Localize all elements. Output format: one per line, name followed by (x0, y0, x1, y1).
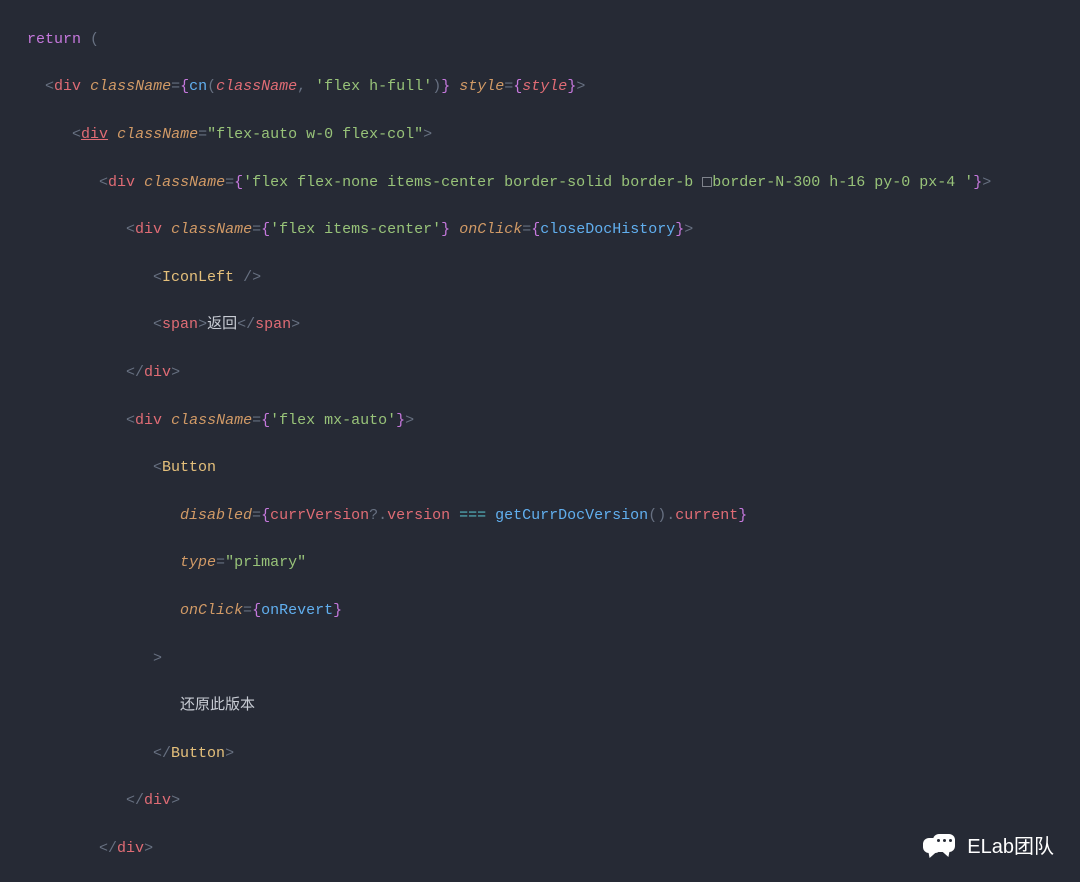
code-line[interactable]: </div> (0, 837, 1080, 861)
code-line[interactable]: return ( (0, 28, 1080, 52)
code-line[interactable]: </div> (0, 361, 1080, 385)
code-line[interactable]: <div className={'flex flex-none items-ce… (0, 171, 1080, 195)
code-line[interactable]: </div> (0, 789, 1080, 813)
code-line[interactable]: </Button> (0, 742, 1080, 766)
code-editor-view[interactable]: return ( <div className={cn(className, '… (0, 0, 1080, 882)
whitespace-marker-icon (702, 177, 712, 187)
watermark-text: ELab团队 (967, 836, 1054, 860)
code-line[interactable]: 还原此版本 (0, 694, 1080, 718)
code-line[interactable]: <IconLeft /> (0, 266, 1080, 290)
code-line[interactable]: disabled={currVersion?.version === getCu… (0, 504, 1080, 528)
wechat-icon (923, 834, 957, 862)
code-line[interactable]: <span>返回</span> (0, 313, 1080, 337)
code-line[interactable]: <div className={'flex items-center'} onC… (0, 218, 1080, 242)
watermark: ELab团队 (923, 834, 1054, 862)
code-line[interactable]: onClick={onRevert} (0, 599, 1080, 623)
code-line[interactable]: <div className="flex-auto w-0 flex-col"> (0, 123, 1080, 147)
code-line[interactable]: <div className={cn(className, 'flex h-fu… (0, 75, 1080, 99)
keyword-return: return (27, 31, 81, 48)
code-line[interactable]: <div className={'flex mx-auto'}> (0, 409, 1080, 433)
code-line[interactable]: > (0, 647, 1080, 671)
code-line[interactable]: type="primary" (0, 551, 1080, 575)
code-line[interactable]: <Button (0, 456, 1080, 480)
